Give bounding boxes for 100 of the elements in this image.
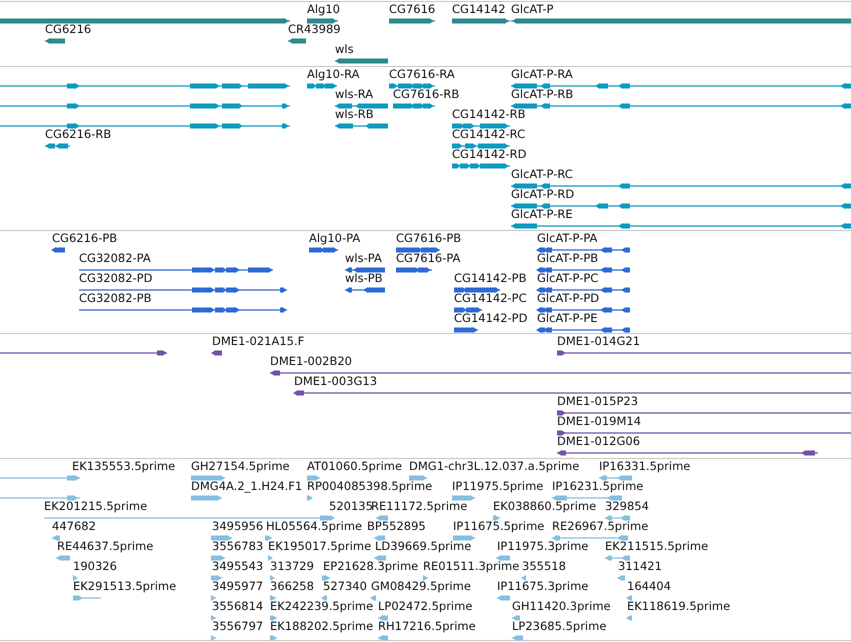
gene-label: CG6216 — [45, 23, 92, 36]
est-feature — [521, 574, 526, 582]
est-feature — [626, 614, 632, 622]
gene-label: GlcAT-P — [511, 3, 554, 16]
clone-label: DME1-014G21 — [557, 335, 640, 348]
est-feature — [552, 494, 622, 502]
est-feature — [512, 614, 520, 622]
est-label: EP21628.3prime — [323, 560, 418, 573]
est-label: EK195017.5prime — [268, 540, 372, 553]
protein-label: CG6216-PB — [52, 232, 118, 245]
est-label: LP23685.5prime — [512, 620, 606, 633]
est-label: 3556814 — [212, 600, 264, 613]
protein-feature — [396, 246, 440, 254]
est-label: EK211515.5prime — [605, 540, 708, 553]
protein-feature — [345, 266, 385, 274]
protein-label: Alg10-PA — [309, 232, 360, 245]
protein-feature — [51, 246, 65, 254]
est-feature — [370, 594, 376, 602]
est-feature — [211, 594, 216, 602]
protein-label: GlcAT-P-PC — [537, 272, 598, 285]
est-label: RE44637.5prime — [57, 540, 154, 553]
est-label: LP02472.5prime — [378, 600, 472, 613]
est-feature — [56, 554, 70, 562]
transcript-feature — [389, 82, 435, 90]
est-feature — [322, 574, 330, 582]
protein-feature — [454, 326, 478, 334]
est-feature — [191, 474, 225, 482]
transcript-label: GlcAT-P-RB — [511, 88, 574, 101]
est-feature — [493, 514, 500, 522]
est-feature — [512, 634, 523, 642]
transcript-feature — [45, 142, 70, 150]
protein-label: GlcAT-P-PA — [537, 232, 598, 245]
transcript-label: CG14142-RC — [452, 128, 526, 141]
est-label: GM08429.5prime — [371, 580, 471, 593]
est-label: IP11975.3prime — [497, 540, 588, 553]
protein-label: CG32082-PD — [79, 272, 152, 285]
protein-feature — [454, 286, 500, 294]
est-label: 447682 — [52, 520, 96, 533]
transcript-feature — [335, 122, 388, 130]
protein-label: GlcAT-P-PB — [537, 252, 598, 265]
clone-feature — [211, 349, 222, 357]
est-label: 164404 — [627, 580, 671, 593]
protein-label: CG14142-PB — [454, 272, 526, 285]
est-feature — [605, 554, 630, 562]
transcript-label: GlcAT-P-RC — [511, 168, 573, 181]
est-label: RE11172.5prime — [371, 500, 468, 513]
est-label: 3556797 — [212, 620, 264, 633]
protein-label: CG7616-PA — [396, 252, 460, 265]
transcript-label: CG14142-RD — [452, 148, 527, 161]
transcript-feature — [452, 162, 510, 170]
est-label: 3495956 — [212, 520, 264, 533]
protein-label: CG32082-PA — [79, 252, 151, 265]
est-feature — [409, 474, 427, 482]
gene-label: CG7616 — [389, 3, 436, 16]
transcript-label: GlcAT-P-RA — [511, 68, 573, 81]
est-label: 190326 — [73, 560, 117, 573]
transcript-feature — [452, 142, 510, 150]
transcript-label: CG7616-RB — [393, 88, 460, 101]
est-label: BP552895 — [367, 520, 426, 533]
transcript-label: wls-RB — [335, 108, 374, 121]
est-feature — [497, 594, 510, 602]
est-label: 311421 — [618, 560, 662, 573]
est-feature — [270, 594, 276, 602]
est-feature — [496, 554, 510, 562]
est-label: 3495543 — [212, 560, 264, 573]
est-feature — [307, 474, 320, 482]
gene-label: CG14142 — [452, 3, 506, 16]
est-label: IP16231.5prime — [552, 480, 644, 493]
est-label: EK242239.5prime — [270, 600, 374, 613]
est-label: 3556783 — [212, 540, 264, 553]
protein-label: GlcAT-P-PE — [537, 312, 598, 325]
est-label: EK135553.5prime — [72, 460, 176, 473]
clone-label: DME1-019M14 — [557, 415, 642, 428]
est-label: EK201215.5prime — [44, 500, 148, 513]
est-label: GH11420.3prime — [512, 600, 611, 613]
transcript-label: wls-RA — [335, 88, 374, 101]
gene-label: Alg10 — [307, 3, 340, 16]
est-label: 3495977 — [212, 580, 264, 593]
protein-feature — [309, 246, 338, 254]
est-label: IP11675.5prime — [453, 520, 544, 533]
gene-feature — [389, 17, 435, 25]
clone-label: DME1-012G06 — [557, 435, 640, 448]
transcript-label: CG14142-RB — [452, 108, 526, 121]
est-feature — [605, 514, 630, 522]
clone-label: DME1-021A15.F — [212, 335, 304, 348]
transcript-feature — [335, 102, 388, 110]
est-feature — [268, 554, 273, 562]
gene-label: CR43989 — [288, 23, 341, 36]
est-feature — [452, 494, 475, 502]
gene-label: wls — [335, 43, 354, 56]
est-label: RP004085398.5prime — [307, 480, 432, 493]
est-feature — [599, 474, 632, 482]
clone-label: DME1-002B20 — [270, 355, 352, 368]
est-feature — [378, 614, 388, 622]
est-label: DMG1-chr3L.12.037.a.5prime — [409, 460, 580, 473]
est-feature — [73, 574, 78, 582]
gene-feature — [45, 37, 65, 45]
transcript-label: Alg10-RA — [307, 68, 360, 81]
est-label: GH27154.5prime — [191, 460, 290, 473]
est-label: 329854 — [605, 500, 649, 513]
